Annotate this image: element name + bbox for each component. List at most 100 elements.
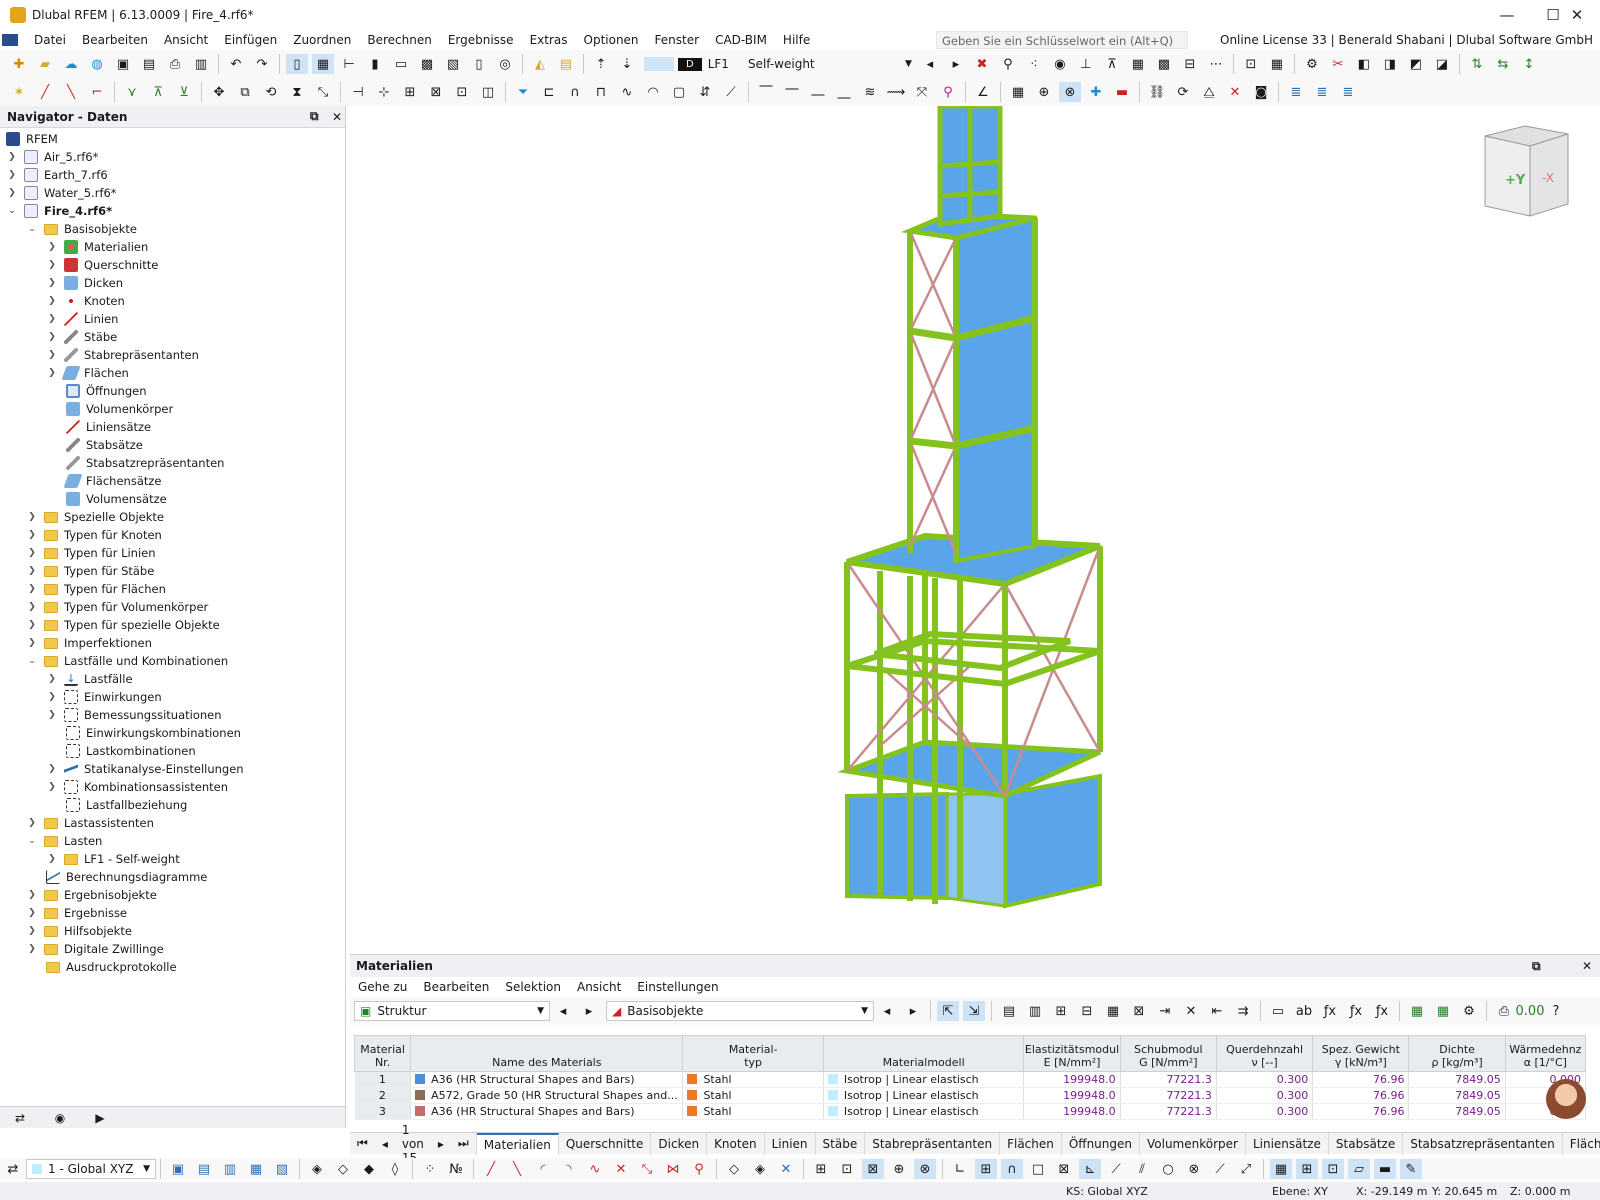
delete-icon[interactable]: ✕ [1224,82,1246,102]
table-row[interactable]: 3 A36 (HR Structural Shapes and Bars) St… [354,1103,1587,1120]
col-header-g[interactable]: Schubmodul G [N/mm²] [1119,1035,1217,1072]
3d-viewport[interactable]: +Y -X [350,103,1600,952]
tree-group[interactable]: ❯ Typen für Linien [26,544,155,562]
chevron-right-icon[interactable]: ❯ [6,152,18,162]
menu-bearbeiten[interactable]: Bearbeiten [74,33,156,47]
next-arrow-icon[interactable]: ▸ [902,1001,924,1021]
layers-icon[interactable]: ▧ [442,54,464,74]
chevron-right-icon[interactable]: ❯ [26,890,38,900]
results-icon[interactable]: ⚲ [997,54,1019,74]
tree-item-liniensaetze[interactable]: Liniensätze [66,418,151,436]
iso-view-icon[interactable]: ◨ [1379,54,1401,74]
chevron-down-icon[interactable]: ⌄ [26,656,38,666]
tree-group[interactable]: ❯ Ergebnisse [26,904,127,922]
move-icon[interactable]: ✥ [208,82,230,102]
snap-icon[interactable]: ⊹ [373,82,395,102]
prev-page-icon[interactable]: ◂ [375,1133,395,1155]
snap-object-icon[interactable]: ⊡ [836,1159,858,1179]
view-2-icon[interactable]: ▤ [193,1159,215,1179]
console-icon[interactable]: ▭ [390,54,412,74]
tab-querschnitte[interactable]: Querschnitte [559,1132,652,1155]
menu-zuordnen[interactable]: Zuordnen [285,33,359,47]
col-header-nr[interactable]: Material Nr. [353,1035,412,1072]
visibility-4-icon[interactable]: ◊ [384,1159,406,1179]
rotate-icon[interactable]: ⟲ [260,82,282,102]
chevron-right-icon[interactable]: ❯ [26,908,38,918]
double-line-icon[interactable]: ⫽ [1131,1159,1153,1179]
tab-volumenkoerper[interactable]: Volumenkörper [1140,1132,1246,1155]
grid-icon[interactable]: ▦ [1266,54,1288,74]
shell-icon[interactable]: ◠ [642,82,664,102]
chain-icon[interactable]: ⛓ [1146,82,1168,102]
tree-item-volumensaetze[interactable]: Volumensätze [66,490,167,508]
axis-x-icon[interactable]: ⇅ [1466,54,1488,74]
tree-item-querschnitte[interactable]: ❯ Querschnitte [46,256,158,274]
chevron-right-icon[interactable]: ❯ [46,692,58,702]
cell-rho[interactable]: 7849.05 [1408,1103,1506,1120]
chevron-right-icon[interactable]: ❯ [26,638,38,648]
prism-icon[interactable]: ⧋ [1198,82,1220,102]
minimize-button[interactable]: — [1484,0,1530,30]
view-4-icon[interactable]: ▦ [245,1159,267,1179]
chevron-right-icon[interactable]: ❯ [46,296,58,306]
structure-model[interactable]: +Y -X [350,103,1600,952]
mirror-icon[interactable]: ⧗ [286,82,308,102]
col-header-rho[interactable]: Dichte ρ [kg/m³] [1408,1035,1506,1072]
import-icon[interactable]: ⇤ [1206,1001,1228,1021]
tree-item-diagramme[interactable]: Berechnungsdiagramme [46,868,207,886]
select-all-icon[interactable]: ▦ [1007,82,1029,102]
tree-item-knoten[interactable]: ❯ Knoten [46,292,125,310]
cell-name[interactable]: A36 (HR Structural Shapes and Bars) [410,1103,684,1120]
cross-icon[interactable]: ✕ [1180,1001,1202,1021]
scale-icon[interactable]: ⤡ [312,82,334,102]
cell-e[interactable]: 199948.0 [1023,1103,1121,1120]
tree-file[interactable]: ❯ Water_5.rf6* [6,184,117,202]
panel-close-icon[interactable]: ✕ [1582,959,1592,973]
menu-ansicht[interactable]: Ansicht [156,33,216,47]
pin-icon[interactable]: ⚲ [937,82,959,102]
loadcase-select[interactable]: Self-weight ▼ [743,54,917,74]
view-3-icon[interactable]: ▥ [219,1159,241,1179]
tree-file[interactable]: ❯ Earth_7.rf6 [6,166,108,184]
transparent-icon[interactable]: ◪ [1431,54,1453,74]
cell-e[interactable]: 199948.0 [1023,1071,1121,1088]
ortho-icon[interactable]: ⊞ [975,1159,997,1179]
magnet-icon[interactable]: ∩ [1001,1159,1023,1179]
print-table-icon[interactable]: ⎙ [1493,1001,1515,1021]
menu-berechnen[interactable]: Berechnen [359,33,439,47]
navigator-toggle-icon[interactable]: ▯ [286,54,308,74]
layer-3-icon[interactable]: ≣ [1337,82,1359,102]
menu-fenster[interactable]: Fenster [647,33,708,47]
spread-icon[interactable]: ≋ [859,82,881,102]
cross-box-icon[interactable]: ⊠ [1053,1159,1075,1179]
coordinate-icon[interactable]: ⇄ [2,1159,24,1179]
chevron-right-icon[interactable]: ❯ [46,314,58,324]
control-panel-icon[interactable]: ▮ [364,54,386,74]
cell-name[interactable]: A572, Grade 50 (HR Structural Shapes and… [410,1087,684,1104]
tab-liniensaetze[interactable]: Liniensätze [1246,1132,1329,1155]
cell-typ[interactable]: Stahl [682,1103,824,1120]
render-icon[interactable]: ⚙ [1301,54,1323,74]
visibility-3-icon[interactable]: ◆ [358,1159,380,1179]
panel-menu-selektion[interactable]: Selektion [497,980,569,994]
tab-oeffnungen[interactable]: Öffnungen [1062,1132,1140,1155]
cell-typ[interactable]: Stahl [682,1071,824,1088]
redo-icon[interactable]: ↷ [251,54,273,74]
section-icon[interactable]: ⊞ [399,82,421,102]
tree-item-bemessungssituationen[interactable]: ❯ Bemessungssituationen [46,706,222,724]
table-row[interactable]: 2 A572, Grade 50 (HR Structural Shapes a… [354,1087,1587,1104]
tree-item-statikanalyse[interactable]: ❯ Statikanalyse-Einstellungen [46,760,244,778]
dimension-snap-icon[interactable]: ⟋ [1209,1159,1231,1179]
surface-display-icon[interactable]: ◇ [723,1159,745,1179]
tree-group[interactable]: ❯ Ergebnisobjekte [26,886,157,904]
cut-icon[interactable]: ✂ [1327,54,1349,74]
tree-item-einwirkungskombinationen[interactable]: Einwirkungskombinationen [66,724,241,742]
chevron-right-icon[interactable]: ❯ [26,944,38,954]
tree-file-active[interactable]: ⌄ Fire_4.rf6* [6,202,112,220]
chevron-right-icon[interactable]: ❯ [6,170,18,180]
function-edit-icon[interactable]: ƒx [1371,1001,1393,1021]
prev-arrow-icon[interactable]: ◂ [919,54,941,74]
angle-icon[interactable]: ∠ [972,82,994,102]
filter-results-icon[interactable]: ▩ [1153,54,1175,74]
chevron-right-icon[interactable]: ❯ [46,710,58,720]
